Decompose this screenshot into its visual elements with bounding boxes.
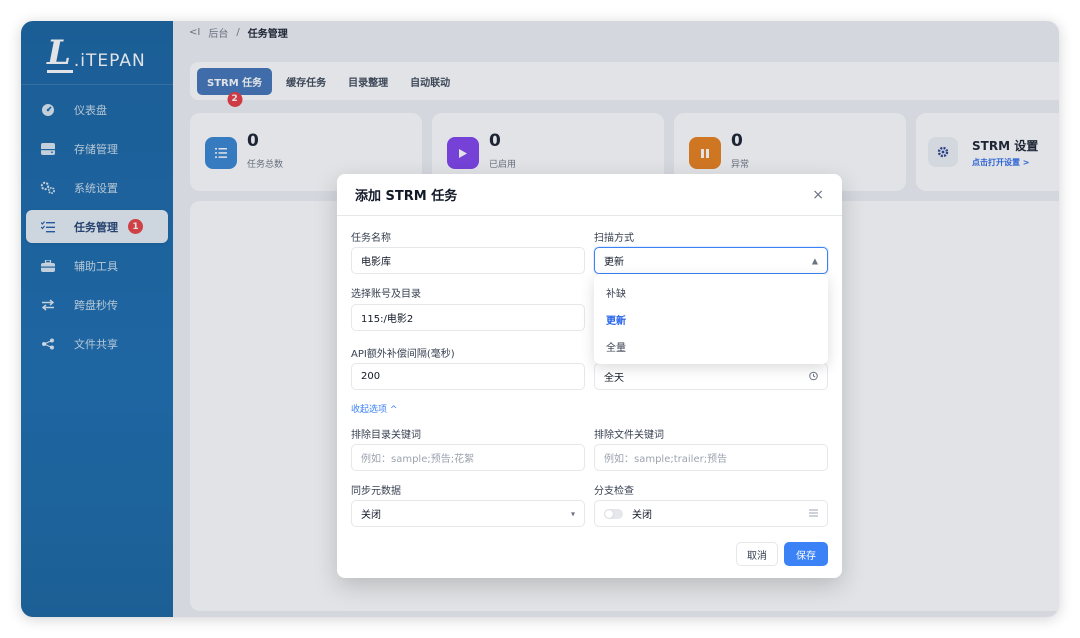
- account-dir-input[interactable]: 115:/电影2: [351, 304, 585, 331]
- api-interval-input[interactable]: 200: [351, 363, 585, 390]
- sync-meta-value: 关闭: [361, 510, 381, 521]
- chevron-down-icon: ▾: [570, 509, 575, 518]
- scan-mode-option-update[interactable]: 更新: [594, 306, 828, 333]
- branch-check-value: 关闭: [632, 510, 652, 521]
- sync-meta-label: 同步元数据: [351, 486, 401, 497]
- scan-mode-option-fill[interactable]: 补缺: [594, 279, 828, 306]
- app-window: L .iTEPAN 仪表盘 存储管理 系统设置 任务管理 1 辅助工具 跨盘秒传…: [21, 21, 1059, 617]
- chevron-up-icon: ▲: [811, 256, 818, 265]
- add-strm-task-dialog: 添加 STRM 任务 × 任务名称 电影库 扫描方式 更新 ▲ 选择账号及目录 …: [337, 174, 842, 578]
- close-icon[interactable]: ×: [812, 187, 824, 203]
- task-name-label: 任务名称: [351, 233, 391, 244]
- dialog-header: 添加 STRM 任务 ×: [337, 174, 842, 216]
- cancel-button[interactable]: 取消: [736, 542, 778, 566]
- branch-check-toggle[interactable]: [604, 508, 623, 519]
- exclude-dir-input[interactable]: 例如：sample;预告;花絮: [351, 444, 585, 471]
- schedule-select[interactable]: 全天: [594, 363, 828, 390]
- scan-mode-select[interactable]: 更新 ▲: [594, 247, 828, 274]
- branch-check-label: 分支检查: [594, 486, 634, 497]
- task-name-input[interactable]: 电影库: [351, 247, 585, 274]
- scan-mode-option-full[interactable]: 全量: [594, 333, 828, 360]
- exclude-file-label: 排除文件关键词: [594, 430, 664, 441]
- scan-mode-value: 更新: [604, 257, 624, 268]
- clock-icon: [809, 371, 818, 382]
- schedule-value: 全天: [604, 373, 624, 384]
- api-interval-label: API额外补偿间隔(毫秒): [351, 349, 455, 360]
- exclude-dir-label: 排除目录关键词: [351, 430, 421, 441]
- scan-mode-dropdown: 补缺 更新 全量: [594, 274, 828, 364]
- account-dir-label: 选择账号及目录: [351, 289, 421, 300]
- save-button[interactable]: 保存: [784, 542, 828, 566]
- drag-handle-icon[interactable]: [809, 509, 818, 518]
- dialog-title: 添加 STRM 任务: [355, 189, 458, 204]
- branch-check-field: 关闭: [594, 500, 828, 527]
- collapse-options-link[interactable]: 收起选项 ^: [351, 402, 397, 415]
- exclude-file-input[interactable]: 例如：sample;trailer;预告: [594, 444, 828, 471]
- sync-meta-select[interactable]: 关闭 ▾: [351, 500, 585, 527]
- scan-mode-label: 扫描方式: [594, 233, 634, 244]
